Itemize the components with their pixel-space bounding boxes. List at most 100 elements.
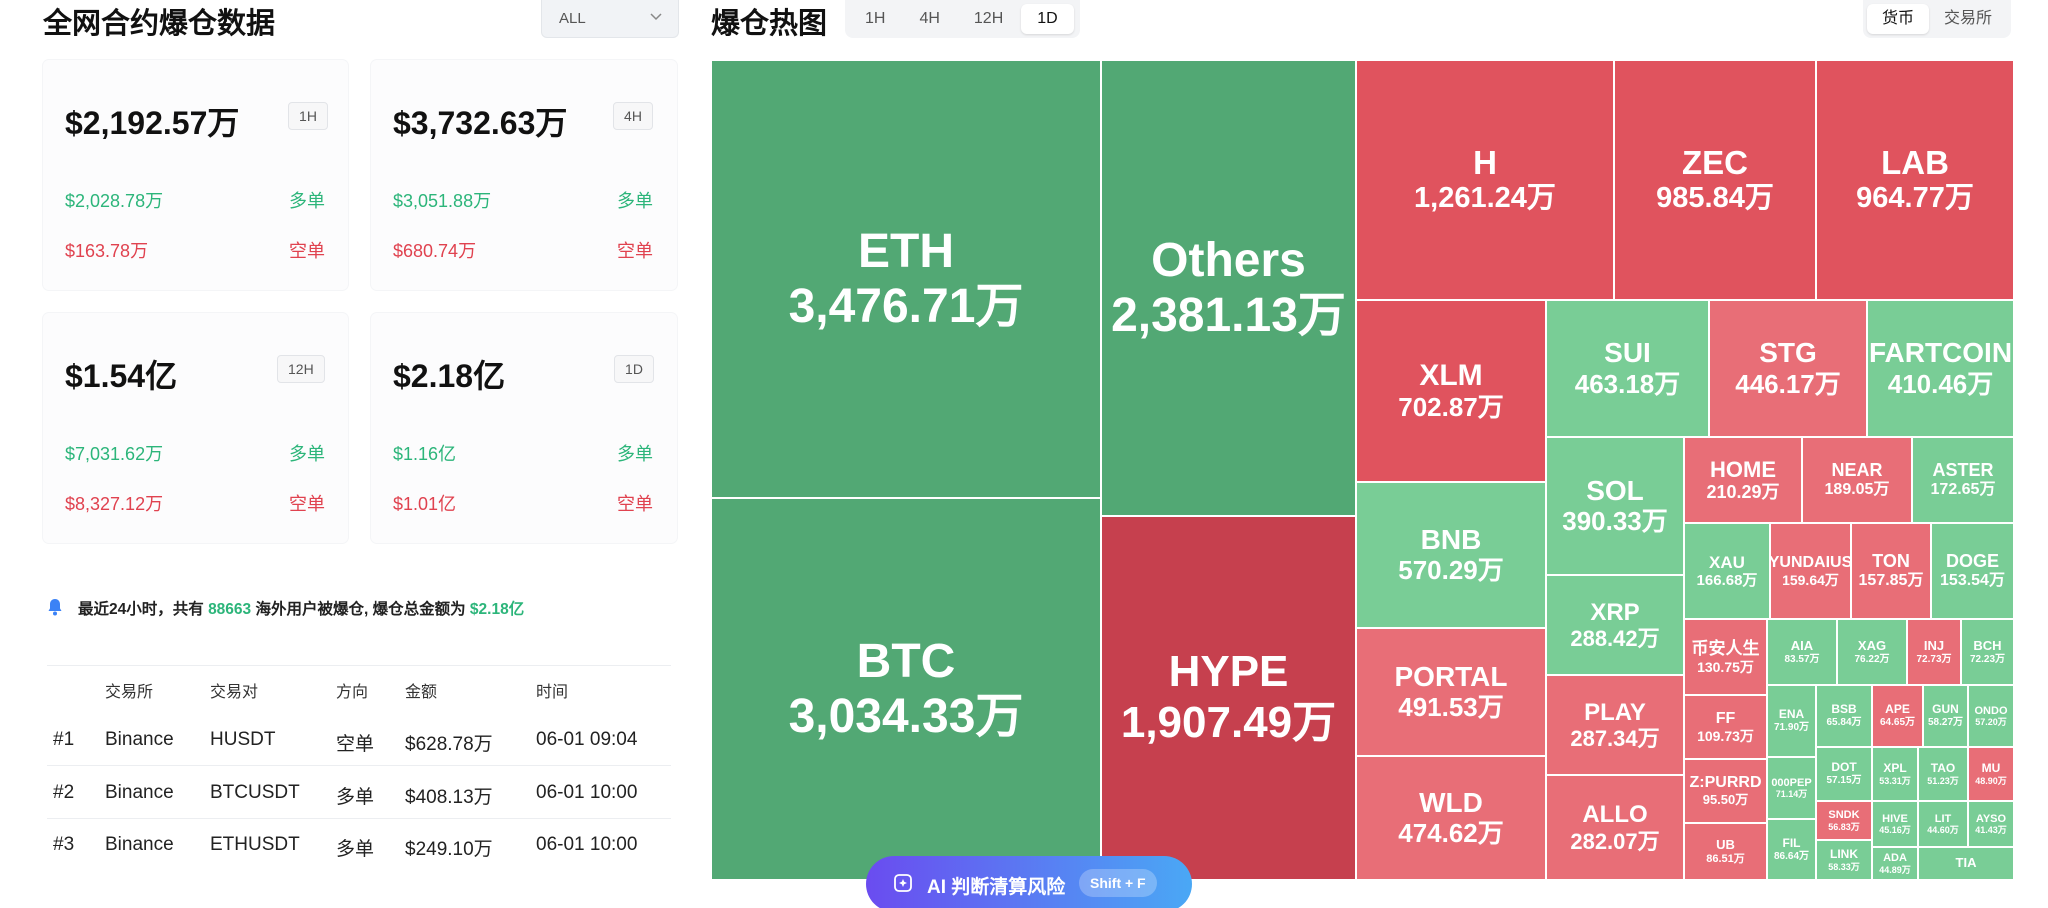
heatmap-tile-ff[interactable]: FF 109.73万 bbox=[1684, 695, 1767, 759]
tile-symbol: INJ bbox=[1923, 637, 1945, 653]
heatmap-tile-aia[interactable]: AIA 83.57万 bbox=[1767, 619, 1837, 685]
heatmap-tile-h[interactable]: H 1,261.24万 bbox=[1356, 60, 1614, 300]
tile-value: 2,381.13万 bbox=[1111, 289, 1346, 342]
tile-symbol: H bbox=[1473, 144, 1497, 182]
tab-12h[interactable]: 12H bbox=[958, 4, 1019, 34]
tab-4h[interactable]: 4H bbox=[903, 4, 955, 34]
tile-symbol: AIA bbox=[1790, 637, 1814, 653]
short-value: $1.01亿 bbox=[393, 494, 457, 514]
heatmap-tile-btc[interactable]: BTC 3,034.33万 bbox=[711, 498, 1101, 880]
ai-risk-button[interactable]: AI 判断清算风险 Shift + F bbox=[866, 856, 1192, 908]
heatmap-tile-wld[interactable]: WLD 474.62万 bbox=[1356, 756, 1546, 880]
tile-symbol: BTC bbox=[856, 634, 956, 688]
tile-symbol: XAG bbox=[1857, 637, 1887, 653]
tab-1h[interactable]: 1H bbox=[849, 4, 901, 34]
stat-total: $2,192.57万 bbox=[65, 105, 240, 141]
tile-value: 45.16万 bbox=[1879, 825, 1911, 836]
heatmap-tile-link[interactable]: LINK 58.33万 bbox=[1816, 840, 1872, 880]
heatmap-tile-xau[interactable]: XAU 166.68万 bbox=[1684, 523, 1770, 619]
heatmap-tile-sol[interactable]: SOL 390.33万 bbox=[1546, 437, 1684, 575]
heatmap-tile-hype[interactable]: HYPE 1,907.49万 bbox=[1101, 516, 1356, 880]
row-rank: #3 bbox=[53, 834, 75, 855]
tile-value: 210.29万 bbox=[1706, 482, 1780, 503]
heatmap-tile-play[interactable]: PLAY 287.34万 bbox=[1546, 675, 1684, 775]
heatmap-tile-000pep[interactable]: 000PEP 71.14万 bbox=[1767, 757, 1816, 819]
tile-symbol: HOME bbox=[1710, 457, 1776, 482]
heatmap-tile-gun[interactable]: GUN 58.27万 bbox=[1923, 685, 1968, 747]
row-exchange: Binance bbox=[105, 782, 174, 803]
chevron-down-icon bbox=[650, 13, 662, 21]
tab-exchange[interactable]: 交易所 bbox=[1929, 4, 2007, 34]
heatmap-tile-bsb[interactable]: BSB 65.84万 bbox=[1816, 685, 1872, 747]
tab-currency[interactable]: 货币 bbox=[1867, 4, 1930, 34]
tile-value: 1,261.24万 bbox=[1414, 182, 1556, 215]
heatmap-tile-allo[interactable]: ALLO 282.07万 bbox=[1546, 775, 1684, 880]
heatmap-tile-ena[interactable]: ENA 71.90万 bbox=[1767, 685, 1816, 757]
tile-symbol: ZEC bbox=[1682, 144, 1748, 182]
heatmap-tile-z-purrd[interactable]: Z:PURRD 95.50万 bbox=[1684, 759, 1767, 823]
heatmap-tile-near[interactable]: NEAR 189.05万 bbox=[1802, 437, 1912, 523]
heatmap-tile-lit[interactable]: LIT 44.60万 bbox=[1918, 801, 1968, 847]
notice-text-1: 最近24小时，共有 bbox=[78, 601, 204, 618]
heatmap-tile-sndk[interactable]: SNDK 56.83万 bbox=[1816, 801, 1872, 840]
row-pair: ETHUSDT bbox=[210, 834, 300, 855]
col-header-side: 方向 bbox=[336, 684, 369, 701]
long-value: $2,028.78万 bbox=[65, 191, 164, 211]
heatmap-tile-ape[interactable]: APE 64.65万 bbox=[1872, 685, 1923, 747]
col-header-time: 时间 bbox=[536, 684, 569, 701]
long-label: 多单 bbox=[289, 444, 325, 464]
heatmap-tile-others[interactable]: Others 2,381.13万 bbox=[1101, 60, 1356, 516]
heatmap-tile-portal[interactable]: PORTAL 491.53万 bbox=[1356, 628, 1546, 756]
heatmap-tile-home[interactable]: HOME 210.29万 bbox=[1684, 437, 1802, 523]
heatmap-tile-ondo[interactable]: ONDO 57.20万 bbox=[1968, 685, 2014, 747]
heatmap-tile-hive[interactable]: HIVE 45.16万 bbox=[1872, 801, 1918, 847]
tile-value: 166.68万 bbox=[1696, 572, 1758, 590]
heatmap-tile-bnb[interactable]: BNB 570.29万 bbox=[1356, 482, 1546, 628]
row-side: 多单 bbox=[336, 839, 375, 860]
tile-value: 702.87万 bbox=[1398, 392, 1504, 423]
row-amount: $249.10万 bbox=[405, 839, 493, 860]
row-time: 06-01 10:00 bbox=[536, 834, 638, 855]
tile-value: 153.54万 bbox=[1940, 572, 2005, 590]
heatmap-tile-mu[interactable]: MU 48.90万 bbox=[1968, 747, 2014, 801]
heatmap-tile-xrp[interactable]: XRP 288.42万 bbox=[1546, 575, 1684, 675]
heatmap-tile-xpl[interactable]: XPL 53.31万 bbox=[1872, 747, 1918, 801]
heatmap-tile-fartcoin[interactable]: FARTCOIN 410.46万 bbox=[1867, 300, 2014, 437]
tile-value: 964.77万 bbox=[1856, 182, 1974, 215]
heatmap-tile-币安人生[interactable]: 币安人生 130.75万 bbox=[1684, 619, 1767, 695]
heatmap-tile-inj[interactable]: INJ 72.73万 bbox=[1907, 619, 1961, 685]
col-header-exchange: 交易所 bbox=[105, 684, 154, 701]
heatmap-tile-fil[interactable]: FIL 86.64万 bbox=[1767, 819, 1816, 880]
heatmap-tile-stg[interactable]: STG 446.17万 bbox=[1709, 300, 1867, 437]
tile-value: 157.85万 bbox=[1858, 572, 1924, 590]
heatmap-tile-xlm[interactable]: XLM 702.87万 bbox=[1356, 300, 1546, 482]
heatmap-tile-ayso[interactable]: AYSO 41.43万 bbox=[1968, 801, 2014, 847]
page-title: 全网合约爆仓数据 bbox=[43, 8, 276, 40]
heatmap-tile-bch[interactable]: BCH 72.23万 bbox=[1961, 619, 2014, 685]
divider bbox=[47, 818, 671, 819]
heatmap-tile-yundaius[interactable]: YUNDAIUS 159.64万 bbox=[1770, 523, 1851, 619]
heatmap-tile-ton[interactable]: TON 157.85万 bbox=[1851, 523, 1931, 619]
heatmap-tile-dot[interactable]: DOT 57.15万 bbox=[1816, 747, 1872, 801]
heatmap-tile-sui[interactable]: SUI 463.18万 bbox=[1546, 300, 1709, 437]
tile-value: 446.17万 bbox=[1735, 368, 1841, 399]
heatmap-tile-zec[interactable]: ZEC 985.84万 bbox=[1614, 60, 1816, 300]
row-rank: #2 bbox=[53, 782, 75, 803]
heatmap-tile-tao[interactable]: TAO 51.23万 bbox=[1918, 747, 1968, 801]
tile-symbol: GUN bbox=[1932, 702, 1959, 717]
heatmap-tile-eth[interactable]: ETH 3,476.71万 bbox=[711, 60, 1101, 498]
heatmap-tile-ub[interactable]: UB 86.51万 bbox=[1684, 823, 1767, 880]
tile-value: 1,907.49万 bbox=[1120, 698, 1337, 747]
heatmap-tile-lab[interactable]: LAB 964.77万 bbox=[1816, 60, 2014, 300]
heatmap-tile-aster[interactable]: ASTER 172.65万 bbox=[1912, 437, 2014, 523]
heatmap-tile-ada[interactable]: ADA 44.89万 bbox=[1872, 847, 1918, 880]
tab-1d[interactable]: 1D bbox=[1021, 4, 1074, 34]
long-value: $7,031.62万 bbox=[65, 444, 164, 464]
heatmap-tile-tia[interactable]: TIA bbox=[1918, 847, 2014, 880]
tile-value: 130.75万 bbox=[1697, 658, 1754, 675]
exchange-filter-select[interactable]: ALL bbox=[541, 0, 679, 38]
tile-value: 109.73万 bbox=[1697, 728, 1754, 745]
heatmap-tile-doge[interactable]: DOGE 153.54万 bbox=[1931, 523, 2014, 619]
heatmap-tile-xag[interactable]: XAG 76.22万 bbox=[1837, 619, 1907, 685]
tile-value: 86.51万 bbox=[1706, 852, 1745, 865]
